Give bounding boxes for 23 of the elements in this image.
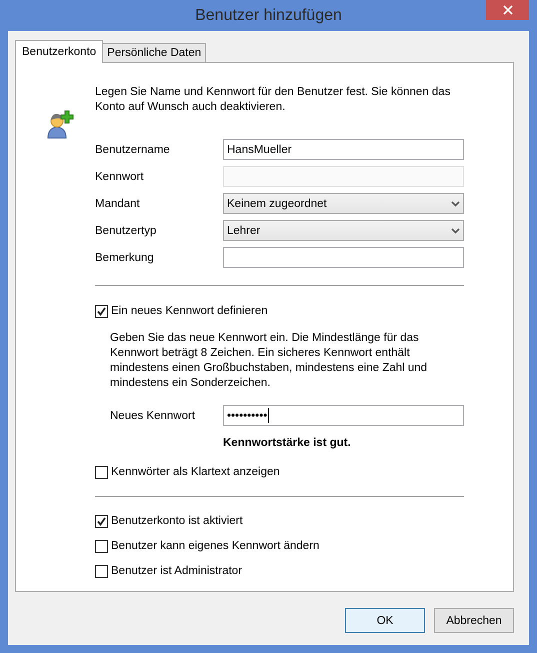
field-label: Bemerkung (95, 252, 155, 264)
dialog-button[interactable]: OK (345, 608, 425, 633)
checkbox-label[interactable]: Benutzer kann eigenes Kennwort ändern (111, 540, 320, 552)
password-field[interactable]: •••••••••• (223, 405, 464, 426)
checkbox-label[interactable]: Benutzer ist Administrator (111, 565, 242, 577)
hint-text: Geben Sie das neue Kennwort ein. Die Mindestlänge für das Kennwort beträgt 8 Zeichen. Ein sicheres Kennwort enthält mindestens einen Großbuchstaben, mindestens eine Zahl und mindestens ein Sonderzeichen. (110, 331, 428, 391)
tab[interactable]: Benutzerkonto (15, 40, 104, 63)
field-label: Kennwort (95, 170, 145, 182)
strength-text: Kennwortstärke ist gut. (223, 437, 352, 449)
dialog-button[interactable]: Abbrechen (434, 608, 514, 633)
input-field[interactable]: HansMueller (223, 139, 464, 160)
checkbox-label[interactable]: Kennwörter als Klartext anzeigen (111, 466, 280, 478)
dropdown[interactable]: Lehrer (223, 220, 464, 241)
checkbox-label[interactable]: Ein neues Kennwort definieren (111, 305, 268, 317)
intro-text: Legen Sie Name und Kennwort für den Benutzer fest. Sie können das Konto auf Wunsch auch deaktivieren. (95, 85, 452, 115)
field-label: Benutzertyp (95, 224, 158, 236)
field-label: Neues Kennwort (110, 410, 196, 422)
checkbox-label[interactable]: Benutzerkonto ist aktiviert (111, 515, 243, 527)
dropdown[interactable]: Keinem zugeordnet (223, 193, 464, 214)
window-title: Benutzer hinzufügen (195, 6, 342, 24)
field-label: Benutzername (95, 144, 171, 156)
tab[interactable]: Persönliche Daten (102, 43, 206, 62)
field-label: Mandant (95, 198, 141, 210)
